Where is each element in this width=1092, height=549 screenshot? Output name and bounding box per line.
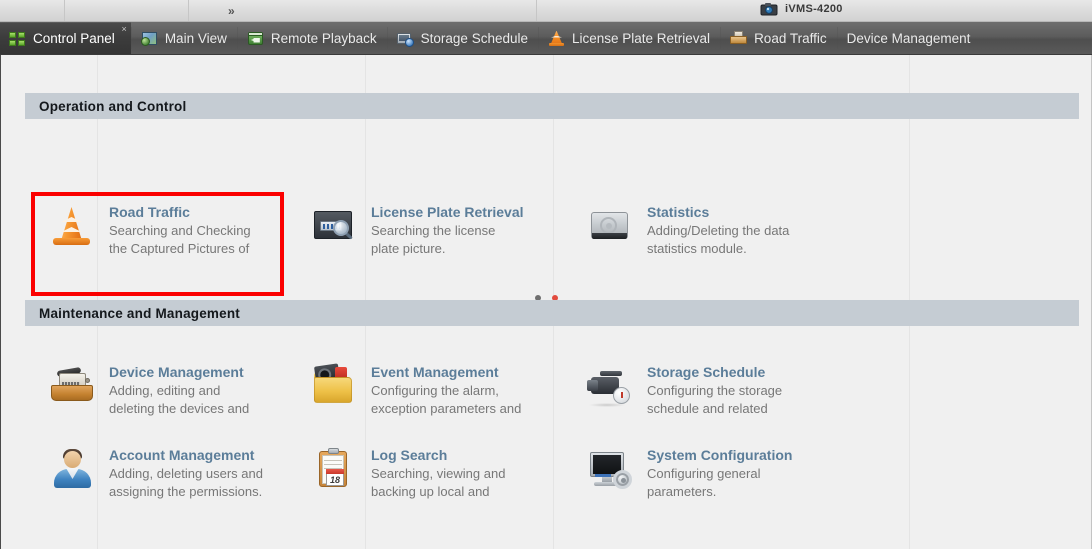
titlebar-divider [536,0,537,21]
clipboard-calendar-icon: 18 [311,446,357,492]
card-event-management[interactable]: Event Management Configuring the alarm, … [287,355,563,424]
device-printer-icon [49,363,95,409]
license-plate-magnifier-icon [311,203,357,249]
tab-label: Main View [165,22,227,55]
card-description: Searching, viewing and backing up local … [371,465,505,501]
card-title: System Configuration [647,446,792,464]
traffic-cone-icon [49,203,95,249]
tab-road-traffic[interactable]: Road Traffic [721,22,837,54]
card-log-search[interactable]: 18 Log Search Searching, viewing and bac… [287,438,563,507]
tab-control-panel[interactable]: Control Panel × [0,22,131,54]
window-title-bar: » iVMS-4200 [0,0,1092,22]
tab-label: Storage Schedule [421,22,528,55]
calendar-day-number: 18 [326,474,344,486]
tab-storage-schedule[interactable]: Storage Schedule [388,22,538,54]
card-title: Statistics [647,203,789,221]
hard-drive-icon [587,203,633,249]
tab-license-plate-retrieval[interactable]: License Plate Retrieval [539,22,720,54]
storage-schedule-icon [397,30,414,47]
titlebar-divider [64,0,65,21]
card-row: Device Management Adding, editing and de… [25,355,1079,424]
card-description: Searching the license plate picture. [371,222,524,258]
section-header-operation-and-control: Operation and Control [25,93,1079,119]
card-system-configuration[interactable]: System Configuration Configuring general… [563,438,839,507]
card-device-management[interactable]: Device Management Adding, editing and de… [25,355,287,424]
remote-playback-icon [247,30,264,47]
tab-label: Device Management [847,22,971,55]
card-title: Event Management [371,363,521,381]
card-license-plate-retrieval[interactable]: License Plate Retrieval Searching the li… [287,195,563,264]
card-account-management[interactable]: Account Management Adding, deleting user… [25,438,287,507]
card-description: Configuring the alarm, exception paramet… [371,382,521,418]
card-title: Storage Schedule [647,363,782,381]
traffic-cone-icon [548,30,565,47]
tab-label: Road Traffic [754,22,827,55]
card-storage-schedule[interactable]: Storage Schedule Configuring the storage… [563,355,839,424]
grid-icon [9,30,26,47]
card-title: Device Management [109,363,249,381]
titlebar-divider [188,0,189,21]
section-title: Maintenance and Management [39,306,240,321]
tab-device-management[interactable]: Device Management [838,22,981,54]
tab-label: Remote Playback [271,22,377,55]
card-road-traffic[interactable]: Road Traffic Searching and Checking the … [25,195,287,264]
tab-remote-playback[interactable]: Remote Playback [238,22,387,54]
close-icon[interactable]: × [122,25,127,34]
card-description: Searching and Checking the Captured Pict… [109,222,251,258]
section-title: Operation and Control [39,99,186,114]
monitor-gear-icon [587,446,633,492]
event-folder-icon [311,363,357,409]
card-title: Road Traffic [109,203,251,221]
road-traffic-icon [730,30,747,47]
card-description: Adding, deleting users and assigning the… [109,465,263,501]
card-statistics[interactable]: Statistics Adding/Deleting the data stat… [563,195,839,264]
tab-label: Control Panel [33,22,115,55]
card-title: License Plate Retrieval [371,203,524,221]
main-view-icon [141,30,158,47]
card-description: Adding/Deleting the data statistics modu… [647,222,789,258]
section-header-maintenance-and-management: Maintenance and Management [25,300,1079,326]
tab-bar: Control Panel × Main View Remote Playbac… [0,22,1092,55]
app-title-group: iVMS-4200 [760,2,843,16]
camcorder-clock-icon [587,363,633,409]
user-icon [49,446,95,492]
card-row: Road Traffic Searching and Checking the … [25,195,1079,264]
card-description: Configuring the storage schedule and rel… [647,382,782,418]
card-title: Log Search [371,446,505,464]
app-title: iVMS-4200 [785,3,843,15]
camera-icon [760,2,778,16]
chevron-double-right-icon[interactable]: » [228,3,234,19]
card-title: Account Management [109,446,263,464]
tab-label: License Plate Retrieval [572,22,710,55]
control-panel-content: Operation and Control Road Traffic Searc… [0,55,1092,549]
tab-main-view[interactable]: Main View [132,22,237,54]
card-description: Adding, editing and deleting the devices… [109,382,249,418]
card-row: Account Management Adding, deleting user… [25,438,1079,507]
card-description: Configuring general parameters. [647,465,792,501]
